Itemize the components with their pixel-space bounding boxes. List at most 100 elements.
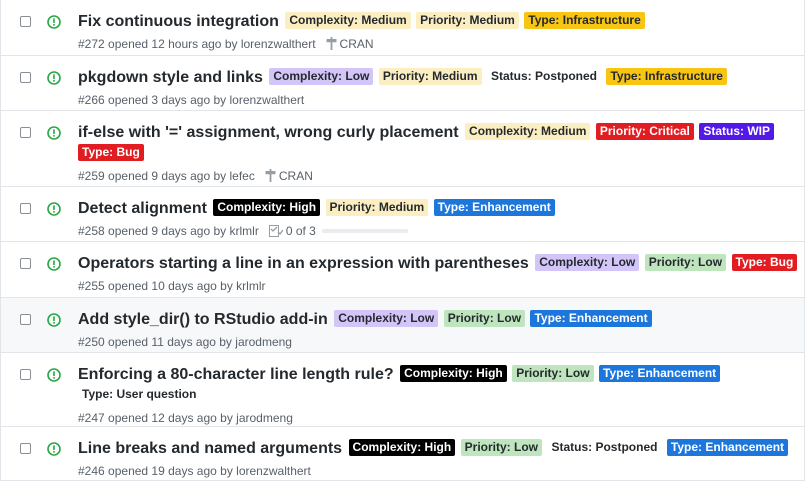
issue-opened-icon <box>47 71 61 85</box>
issue-content: Add style_dir() to RStudio add-in Comple… <box>78 309 796 350</box>
issue-label[interactable]: Priority: Low <box>460 439 542 456</box>
issue-title-link[interactable]: Add style_dir() to RStudio add-in <box>78 311 328 328</box>
issue-row[interactable]: Enforcing a 80-character line length rul… <box>1 353 804 427</box>
issue-checkbox[interactable] <box>20 127 31 138</box>
issue-title-link[interactable]: Fix continuous integration <box>78 13 279 30</box>
issue-title-link[interactable]: if-else with '=' assignment, wrong curly… <box>78 124 459 141</box>
task-progress-bar <box>321 229 408 233</box>
milestone-icon <box>265 169 276 186</box>
issue-label[interactable]: Type: User question <box>78 386 201 403</box>
issue-list: Fix continuous integration Complexity: M… <box>0 0 805 481</box>
issue-checkbox[interactable] <box>20 258 31 269</box>
issue-meta: #250 opened 11 days ago by jarodmeng <box>78 334 796 350</box>
issue-label[interactable]: Complexity: High <box>213 199 321 216</box>
issue-meta: #266 opened 3 days ago by lorenzwalthert <box>78 92 796 108</box>
issue-label[interactable]: Type: Enhancement <box>666 439 789 456</box>
issue-row[interactable]: Fix continuous integration Complexity: M… <box>1 0 804 56</box>
issue-label[interactable]: Complexity: Medium <box>465 123 591 140</box>
issue-label[interactable]: Type: Infrastructure <box>606 68 727 85</box>
task-progress: 0 of 3 <box>268 223 408 241</box>
issue-content: Detect alignment Complexity: High Priori… <box>78 198 796 241</box>
issue-label[interactable]: Priority: Medium <box>416 12 519 29</box>
issue-title-link[interactable]: Enforcing a 80-character line length rul… <box>78 366 394 383</box>
issue-opened-icon <box>47 126 61 140</box>
issue-row[interactable]: pkgdown style and links Complexity: Low … <box>1 56 804 111</box>
issue-opened-text: opened 12 hours ago by <box>108 37 238 51</box>
milestone-link[interactable]: CRAN <box>265 168 313 186</box>
issue-author-link[interactable]: lorenzwalthert <box>230 93 305 107</box>
issue-row[interactable]: Operators starting a line in an expressi… <box>1 242 804 298</box>
issue-author-link[interactable]: jarodmeng <box>236 411 293 425</box>
issue-checkbox[interactable] <box>20 369 31 380</box>
issue-title-link[interactable]: Line breaks and named arguments <box>78 440 342 457</box>
issue-opened-text: opened 10 days ago by <box>108 279 233 293</box>
issue-label[interactable]: Type: Infrastructure <box>524 12 645 29</box>
issue-label[interactable]: Priority: Medium <box>325 199 429 216</box>
issue-author-link[interactable]: krlmlr <box>230 224 259 238</box>
issue-author-link[interactable]: krlmlr <box>236 279 265 293</box>
issue-label[interactable]: Complexity: Low <box>269 68 374 85</box>
issue-label[interactable]: Priority: Low <box>443 310 526 327</box>
issue-meta: #246 opened 19 days ago by lorenzwalther… <box>78 463 796 479</box>
issue-label[interactable]: Type: Enhancement <box>599 365 721 382</box>
issue-content: Operators starting a line in an expressi… <box>78 253 798 294</box>
issue-opened-text: opened 9 days ago by <box>108 169 227 183</box>
issue-opened-icon <box>47 313 61 327</box>
issue-label[interactable]: Priority: Low <box>512 365 594 382</box>
issue-checkbox[interactable] <box>20 203 31 214</box>
issue-title-line: Detect alignment Complexity: High Priori… <box>78 198 796 219</box>
issue-label[interactable]: Type: Bug <box>78 144 144 161</box>
issue-opened-text: opened 9 days ago by <box>108 224 227 238</box>
issue-label[interactable]: Complexity: Medium <box>285 12 411 29</box>
issue-opened-icon <box>47 202 61 216</box>
issue-row[interactable]: Detect alignment Complexity: High Priori… <box>1 187 804 242</box>
issue-row[interactable]: if-else with '=' assignment, wrong curly… <box>1 111 804 187</box>
issue-opened-text: opened 3 days ago by <box>108 93 227 107</box>
issue-label[interactable]: Priority: Low <box>644 254 727 271</box>
issue-number: #247 <box>78 411 105 425</box>
issue-label[interactable]: Complexity: Low <box>535 254 640 271</box>
issue-opened-icon <box>47 442 61 456</box>
issue-label[interactable]: Complexity: High <box>400 365 507 382</box>
issue-checkbox[interactable] <box>20 72 31 83</box>
issue-label[interactable]: Complexity: High <box>348 439 456 456</box>
issue-title-link[interactable]: Operators starting a line in an expressi… <box>78 255 529 272</box>
issue-number: #246 <box>78 464 105 478</box>
issue-content: pkgdown style and links Complexity: Low … <box>78 67 796 108</box>
issue-content: Enforcing a 80-character line length rul… <box>78 364 796 426</box>
issue-title-line: Operators starting a line in an expressi… <box>78 253 798 274</box>
issue-opened-text: opened 12 days ago by <box>108 411 233 425</box>
issue-checkbox[interactable] <box>20 16 31 27</box>
issue-meta: #258 opened 9 days ago by krlmlr 0 of 3 <box>78 223 796 241</box>
issue-author-link[interactable]: lorenzwalthert <box>236 464 311 478</box>
issue-content: if-else with '=' assignment, wrong curly… <box>78 122 796 186</box>
issue-label[interactable]: Status: WIP <box>699 123 775 140</box>
issue-author-link[interactable]: lefec <box>230 169 255 183</box>
issue-opened-icon <box>47 368 61 382</box>
issue-label[interactable]: Priority: Medium <box>378 68 482 85</box>
issue-label[interactable]: Type: Enhancement <box>530 310 652 327</box>
issue-label[interactable]: Status: Postponed <box>486 68 601 85</box>
issue-row[interactable]: Add style_dir() to RStudio add-in Comple… <box>1 298 804 353</box>
milestone-link[interactable]: CRAN <box>326 36 374 54</box>
issue-opened-text: opened 19 days ago by <box>108 464 233 478</box>
issue-title-link[interactable]: Detect alignment <box>78 200 207 217</box>
issue-label[interactable]: Status: Postponed <box>547 439 662 456</box>
issue-label[interactable]: Complexity: Low <box>334 310 439 327</box>
task-count: 0 of 3 <box>285 224 316 238</box>
milestone-label: CRAN <box>339 37 374 51</box>
issue-number: #259 <box>78 169 105 183</box>
issue-label[interactable]: Type: Enhancement <box>433 199 555 216</box>
issue-opened-icon <box>47 15 61 29</box>
milestone-icon <box>326 37 337 54</box>
issue-title-link[interactable]: pkgdown style and links <box>78 69 263 86</box>
issue-label[interactable]: Priority: Critical <box>595 123 694 140</box>
issue-checkbox[interactable] <box>20 443 31 454</box>
issue-author-link[interactable]: lorenzwalthert <box>241 37 316 51</box>
issue-author-link[interactable]: jarodmeng <box>235 335 292 349</box>
issue-row[interactable]: Line breaks and named arguments Complexi… <box>1 427 804 481</box>
issue-checkbox[interactable] <box>20 314 31 325</box>
issue-label[interactable]: Type: Bug <box>731 254 798 271</box>
issue-content: Fix continuous integration Complexity: M… <box>78 11 796 54</box>
issue-number: #258 <box>78 224 105 238</box>
